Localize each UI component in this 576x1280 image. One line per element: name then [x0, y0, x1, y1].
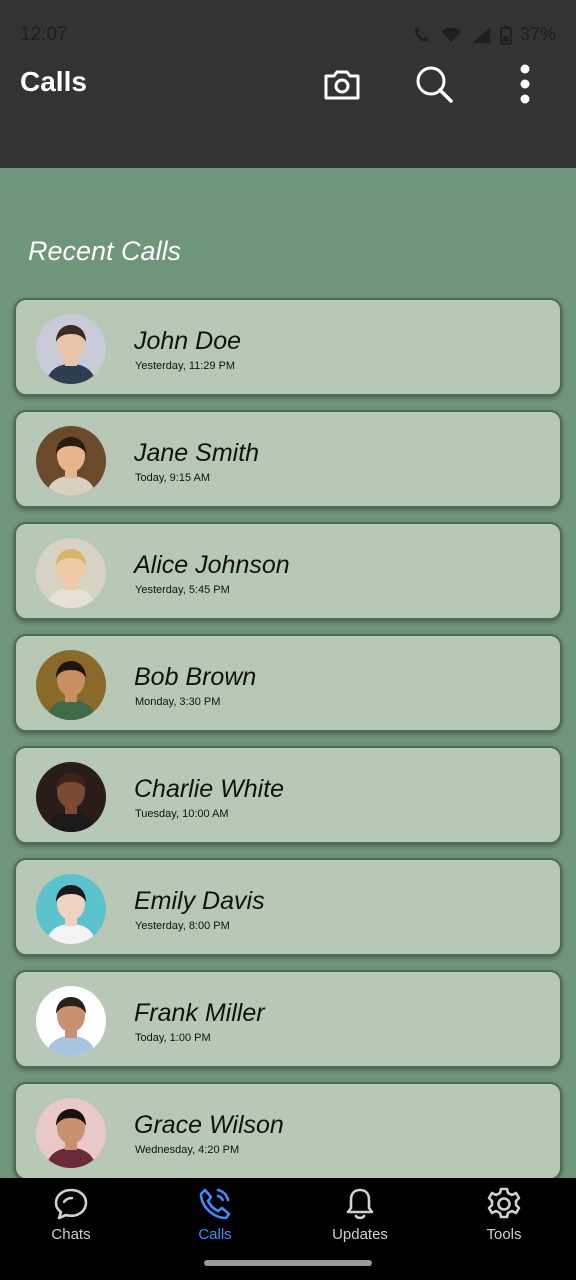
phone-icon — [199, 1188, 231, 1220]
call-time: Tuesday, 10:00 AM — [135, 808, 229, 820]
app-bar: 12:07 37% Calls — [0, 0, 576, 168]
home-indicator[interactable] — [204, 1260, 372, 1266]
call-time: Today, 9:15 AM — [135, 472, 211, 484]
more-vertical-icon — [520, 64, 530, 104]
avatar — [36, 1098, 106, 1168]
contact-name: Emily Davis — [134, 887, 265, 915]
wifi-icon — [440, 27, 462, 42]
contact-name: Frank Miller — [134, 999, 265, 1027]
call-card[interactable]: Emily Davis Yesterday, 8:00 PM — [14, 858, 562, 956]
camera-icon — [324, 70, 360, 100]
search-button[interactable] — [414, 64, 454, 104]
avatar — [36, 986, 106, 1056]
call-time: Monday, 3:30 PM — [135, 696, 221, 708]
nav-label: Calls — [198, 1226, 232, 1243]
contact-name: Charlie White — [134, 775, 285, 803]
nav-updates[interactable]: Updates — [305, 1186, 415, 1243]
camera-button[interactable] — [322, 64, 362, 104]
avatar — [36, 762, 106, 832]
call-time: Yesterday, 11:29 PM — [135, 360, 236, 372]
avatar — [36, 538, 106, 608]
call-card[interactable]: Charlie White Tuesday, 10:00 AM — [14, 746, 562, 844]
status-icons: 37% — [412, 24, 556, 45]
call-time: Wednesday, 4:20 PM — [135, 1144, 240, 1156]
contact-name: Bob Brown — [134, 663, 257, 691]
call-time: Yesterday, 8:00 PM — [135, 920, 230, 932]
call-card[interactable]: Frank Miller Today, 1:00 PM — [14, 970, 562, 1068]
call-time: Today, 1:00 PM — [135, 1032, 211, 1044]
search-icon — [416, 66, 453, 103]
nav-chats[interactable]: Chats — [16, 1186, 126, 1243]
chat-bubble-icon — [54, 1188, 88, 1220]
page-title: Calls — [20, 66, 87, 97]
battery-percent: 37% — [519, 24, 556, 44]
contact-name: John Doe — [134, 327, 242, 355]
call-card[interactable]: Alice Johnson Yesterday, 5:45 PM — [14, 522, 562, 620]
call-card[interactable]: Jane Smith Today, 9:15 AM — [14, 410, 562, 508]
call-card[interactable]: John Doe Yesterday, 11:29 PM — [14, 298, 562, 396]
avatar — [36, 874, 106, 944]
nav-label: Updates — [332, 1226, 388, 1243]
call-time: Yesterday, 5:45 PM — [135, 584, 230, 596]
signal-icon — [471, 27, 491, 43]
more-options-button[interactable] — [505, 64, 545, 104]
recent-calls-list: John Doe Yesterday, 11:29 PM Jane Smith Tod… — [14, 298, 562, 1194]
section-title: Recent Calls — [28, 236, 182, 266]
call-status-icon — [414, 27, 429, 42]
status-bar: 12:07 37% — [0, 0, 576, 70]
battery-icon — [499, 25, 512, 45]
contact-name: Alice Johnson — [134, 551, 290, 579]
avatar — [36, 650, 106, 720]
nav-calls[interactable]: Calls — [160, 1186, 270, 1243]
bell-icon — [346, 1188, 374, 1220]
contact-name: Grace Wilson — [134, 1111, 284, 1139]
nav-label: Tools — [486, 1226, 522, 1243]
contact-name: Jane Smith — [134, 439, 260, 467]
gear-icon — [487, 1187, 521, 1219]
status-time: 12:07 — [20, 24, 68, 45]
nav-tools[interactable]: Tools — [449, 1186, 559, 1243]
call-card[interactable]: Grace Wilson Wednesday, 4:20 PM — [14, 1082, 562, 1180]
call-card[interactable]: Bob Brown Monday, 3:30 PM — [14, 634, 562, 732]
avatar — [36, 314, 106, 384]
avatar — [36, 426, 106, 496]
nav-label: Chats — [51, 1226, 91, 1243]
